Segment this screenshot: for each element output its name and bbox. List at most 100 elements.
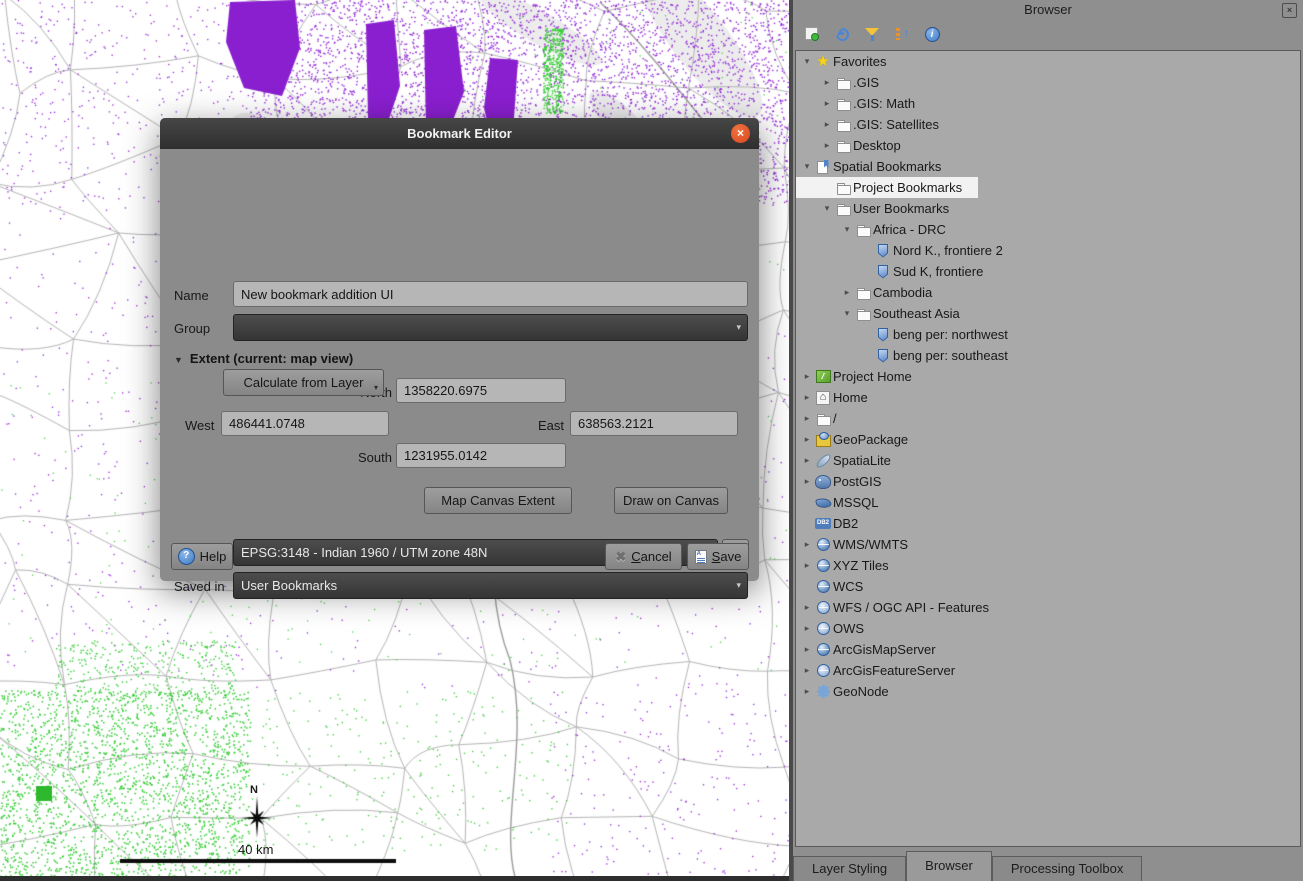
tree-item-wms-wmts[interactable]: ▸ WMS/WMTS (796, 534, 1300, 555)
calculate-from-layer-button[interactable]: Calculate from Layer ▾ (223, 369, 384, 396)
tree-item-label: ArcGisFeatureServer (832, 663, 955, 678)
expander-closed-icon[interactable]: ▸ (800, 392, 814, 403)
expander-closed-icon[interactable]: ▸ (800, 455, 814, 466)
expander-closed-icon[interactable]: ▸ (820, 140, 834, 151)
tab-processing-toolbox[interactable]: Processing Toolbox (992, 856, 1143, 881)
group-combobox[interactable]: ▾ (233, 314, 748, 341)
tree-item-spatial-bookmarks[interactable]: ▾Spatial Bookmarks (796, 156, 1300, 177)
extent-north-input[interactable]: 1358220.6975 (396, 378, 566, 403)
expander-closed-icon[interactable]: ▸ (820, 77, 834, 88)
tree-item-label: ArcGisMapServer (832, 642, 936, 657)
tree-item-label: GeoNode (832, 684, 889, 699)
properties-widget-button[interactable] (891, 23, 913, 45)
filter-button[interactable] (861, 23, 883, 45)
tab-browser[interactable]: Browser (906, 851, 992, 881)
folder-icon (834, 182, 852, 194)
tree-item-gis-math[interactable]: ▸.GIS: Math (796, 93, 1300, 114)
tree-item-africa-drc[interactable]: ▾Africa - DRC (796, 219, 1300, 240)
expander-closed-icon[interactable]: ▸ (800, 602, 814, 613)
panel-close-icon[interactable]: × (1282, 3, 1297, 18)
extent-west-input[interactable]: 486441.0748 (221, 411, 389, 436)
help-button[interactable]: ? Help (171, 543, 233, 570)
tree-item-arcgisfeatureserver[interactable]: ▸ ArcGisFeatureServer (796, 660, 1300, 681)
tab-layer-styling[interactable]: Layer Styling (793, 856, 906, 881)
tree-item-beng-per-northwest[interactable]: beng per: northwest (796, 324, 1300, 345)
expander-closed-icon[interactable]: ▸ (840, 287, 854, 298)
tree-item-sud-k-frontiere[interactable]: Sud K, frontiere (796, 261, 1300, 282)
bookmark-editor-dialog: Bookmark Editor × Name New bookmark addi… (160, 118, 759, 581)
tree-item-label: PostGIS (832, 474, 881, 489)
info-button[interactable]: i (921, 23, 943, 45)
expander-closed-icon[interactable]: ▸ (800, 644, 814, 655)
add-selected-layers-button[interactable] (801, 23, 823, 45)
info-icon: i (925, 27, 940, 42)
bookmark-icon (874, 349, 892, 363)
expander-closed-icon[interactable]: ▸ (800, 371, 814, 382)
tree-item-user-bookmarks[interactable]: ▾User Bookmarks (796, 198, 1300, 219)
expander-closed-icon[interactable]: ▸ (820, 98, 834, 109)
tree-item-db2[interactable]: DB2DB2 (796, 513, 1300, 534)
tree-item-mssql[interactable]: MSSQL (796, 492, 1300, 513)
tree-item-label: WMS/WMTS (832, 537, 908, 552)
refresh-button[interactable] (831, 23, 853, 45)
expander-open-icon[interactable]: ▾ (800, 161, 814, 172)
expander-open-icon[interactable]: ▾ (840, 308, 854, 319)
saved-in-combobox[interactable]: User Bookmarks ▾ (233, 572, 748, 599)
tree-item-wfs-ogc-api-features[interactable]: ▸WFS / OGC API - Features (796, 597, 1300, 618)
extent-group-header[interactable]: ▼ Extent (current: map view) (174, 351, 353, 366)
tree-item-southeast-asia[interactable]: ▾Southeast Asia (796, 303, 1300, 324)
dock-tab-bar: Layer StylingBrowserProcessing Toolbox (793, 850, 1303, 881)
folder-icon (834, 77, 852, 89)
expander-closed-icon[interactable]: ▸ (800, 539, 814, 550)
expander-closed-icon[interactable]: ▸ (800, 623, 814, 634)
expander-closed-icon[interactable]: ▸ (820, 119, 834, 130)
tree-item-postgis[interactable]: ▸ PostGIS (796, 471, 1300, 492)
folder-icon (814, 413, 832, 425)
tree-item-beng-per-southeast[interactable]: beng per: southeast (796, 345, 1300, 366)
cancel-button[interactable]: ✖ Cancel (605, 543, 682, 570)
map-canvas-extent-button[interactable]: Map Canvas Extent (424, 487, 572, 514)
tree-item-[interactable]: ▸/ (796, 408, 1300, 429)
help-icon: ? (178, 548, 195, 565)
chevron-down-icon: ▾ (736, 573, 741, 598)
expander-closed-icon[interactable]: ▸ (800, 413, 814, 424)
tree-item-cambodia[interactable]: ▸Cambodia (796, 282, 1300, 303)
tree-item-favorites[interactable]: ▾★Favorites (796, 51, 1300, 72)
expander-open-icon[interactable]: ▾ (820, 203, 834, 214)
expander-open-icon[interactable]: ▾ (800, 56, 814, 67)
dialog-close-button[interactable]: × (731, 124, 750, 143)
dialog-title: Bookmark Editor (407, 126, 512, 141)
save-button[interactable]: Save (687, 543, 749, 570)
draw-on-canvas-button[interactable]: Draw on Canvas (614, 487, 728, 514)
tree-item-spatialite[interactable]: ▸SpatiaLite (796, 450, 1300, 471)
extent-header-label: Extent (current: map view) (190, 351, 353, 366)
extent-east-input[interactable]: 638563.2121 (570, 411, 738, 436)
tree-item-desktop[interactable]: ▸Desktop (796, 135, 1300, 156)
expander-closed-icon[interactable]: ▸ (800, 560, 814, 571)
tree-item-ows[interactable]: ▸OWS (796, 618, 1300, 639)
tree-item-geonode[interactable]: ▸ GeoNode (796, 681, 1300, 702)
expander-closed-icon[interactable]: ▸ (800, 476, 814, 487)
tree-item-project-home[interactable]: ▸Project Home (796, 366, 1300, 387)
tree-item-nord-k-frontiere-2[interactable]: Nord K., frontiere 2 (796, 240, 1300, 261)
collapse-triangle-icon: ▼ (174, 355, 183, 365)
tree-item-xyz-tiles[interactable]: ▸ XYZ Tiles (796, 555, 1300, 576)
mssql-icon (814, 498, 832, 508)
dialog-titlebar[interactable]: Bookmark Editor × (160, 118, 759, 149)
spatialite-icon (814, 457, 832, 465)
expander-closed-icon[interactable]: ▸ (800, 665, 814, 676)
tree-item-gis[interactable]: ▸.GIS (796, 72, 1300, 93)
tree-item-gis-satellites[interactable]: ▸.GIS: Satellites (796, 114, 1300, 135)
expander-closed-icon[interactable]: ▸ (800, 686, 814, 697)
expander-closed-icon[interactable]: ▸ (800, 434, 814, 445)
tree-item-arcgismapserver[interactable]: ▸ ArcGisMapServer (796, 639, 1300, 660)
extent-south-input[interactable]: 1231955.0142 (396, 443, 566, 468)
bookmark-icon (874, 244, 892, 258)
tree-item-geopackage[interactable]: ▸GeoPackage (796, 429, 1300, 450)
expander-open-icon[interactable]: ▾ (840, 224, 854, 235)
tree-item-home[interactable]: ▸⌂Home (796, 387, 1300, 408)
tree-item-project-bookmarks[interactable]: Project Bookmarks (796, 177, 978, 198)
tree-item-label: XYZ Tiles (832, 558, 889, 573)
name-input[interactable]: New bookmark addition UI (233, 281, 748, 307)
tree-item-wcs[interactable]: WCS (796, 576, 1300, 597)
